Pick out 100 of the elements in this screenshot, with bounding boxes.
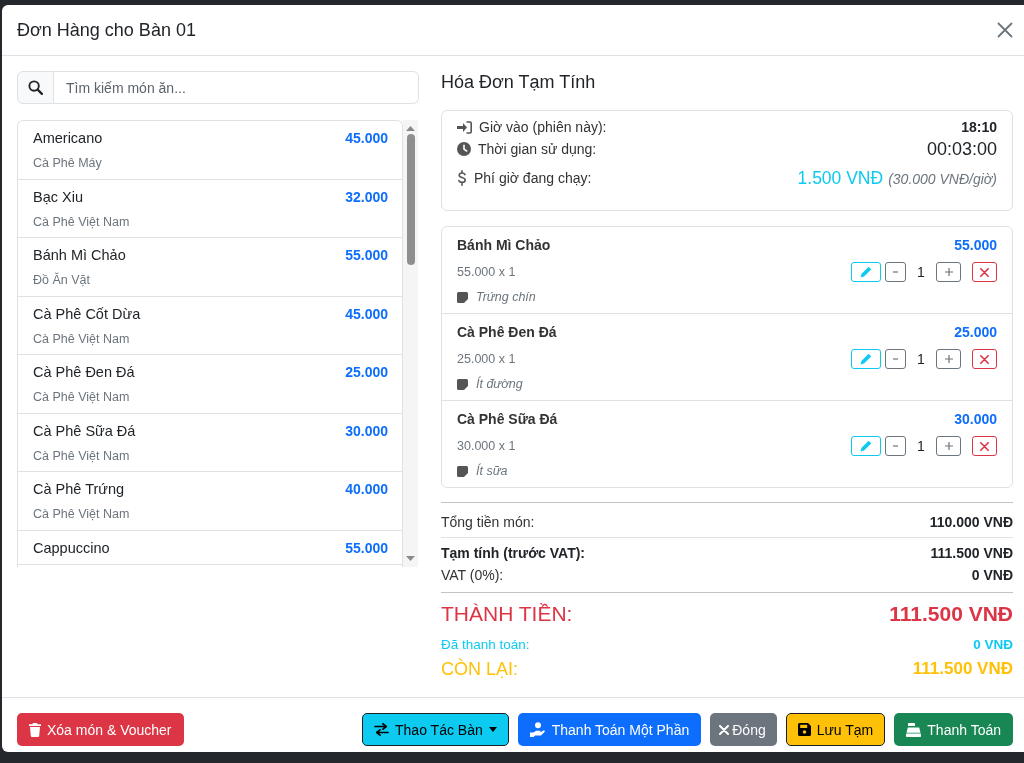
session-label: Giờ vào (phiên này): bbox=[479, 119, 607, 135]
pencil-icon bbox=[860, 440, 872, 452]
order-item-name: Bánh Mì Chảo bbox=[457, 237, 551, 253]
sticky-note-icon bbox=[457, 465, 468, 477]
sticky-note-icon bbox=[457, 378, 468, 390]
close-button[interactable] bbox=[996, 21, 1014, 39]
increase-quantity-button[interactable] bbox=[936, 436, 961, 456]
session-label: Phí giờ đang chạy: bbox=[474, 170, 592, 186]
item-category: Cà Phê Việt Nam bbox=[33, 213, 130, 231]
hand-with-coin-icon bbox=[529, 722, 546, 737]
menu-item[interactable]: Cà Phê Đen Đá 25.000 Cà Phê Việt Nam bbox=[18, 355, 402, 414]
order-item-price: 30.000 bbox=[954, 411, 997, 427]
total-label: Đã thanh toán: bbox=[441, 636, 530, 654]
order-item-price: 55.000 bbox=[954, 237, 997, 253]
total-value: 0 VNĐ bbox=[973, 636, 1013, 654]
scroll-up-arrow-icon[interactable] bbox=[406, 126, 415, 131]
trash-icon bbox=[29, 722, 41, 737]
caret-icon bbox=[488, 727, 497, 732]
item-price: 55.000 bbox=[345, 246, 388, 265]
swap-arrows-icon bbox=[374, 723, 390, 736]
footer-action-button[interactable]: Lưu Tạm bbox=[785, 713, 886, 746]
item-category: Cà Phê Việt Nam bbox=[33, 389, 130, 406]
quantity-value: 1 bbox=[916, 438, 926, 454]
item-note: Ít sữa bbox=[476, 464, 508, 478]
footer-action-button[interactable]: Thanh Toán Một Phần bbox=[517, 713, 702, 746]
total-label: Tổng tiền món: bbox=[441, 513, 535, 532]
total-label: THÀNH TIỀN: bbox=[441, 601, 573, 627]
remove-item-button[interactable] bbox=[972, 262, 997, 282]
menu-item[interactable]: Cà Phê Trứng 40.000 Cà Phê Việt Nam bbox=[18, 472, 402, 531]
item-name: Americano bbox=[33, 129, 103, 148]
remove-icon bbox=[980, 354, 989, 364]
remove-item-button[interactable] bbox=[972, 349, 997, 369]
menu-item[interactable]: Bạc Xiu 32.000 Cà Phê Việt Nam bbox=[18, 179, 402, 238]
plus-icon bbox=[944, 442, 953, 450]
item-category: Cà Phê Việt Nam bbox=[33, 447, 130, 465]
plus-icon bbox=[944, 268, 953, 276]
total-label: Tạm tính (trước VAT): bbox=[441, 544, 585, 563]
footer-action-button[interactable]: Xóa món & Voucher bbox=[17, 713, 184, 746]
menu-item[interactable]: Americano 45.000 Cà Phê Máy bbox=[18, 121, 402, 180]
order-item-name: Cà Phê Đen Đá bbox=[457, 324, 557, 340]
bill-title: Hóa Đơn Tạm Tính bbox=[441, 71, 596, 93]
pencil-icon bbox=[860, 266, 872, 278]
item-name: Cà Phê Cốt Dừa bbox=[33, 304, 141, 324]
item-name: Cà Phê Sữa Đá bbox=[33, 421, 136, 441]
cash-register-icon bbox=[906, 722, 922, 737]
close-icon bbox=[997, 22, 1013, 38]
scroll-down-arrow-icon[interactable] bbox=[406, 556, 415, 561]
quantity-value: 1 bbox=[916, 264, 926, 280]
menu-item[interactable]: Cappuccino 55.000 bbox=[18, 530, 402, 565]
unit-price-line: 30.000 x 1 bbox=[457, 439, 516, 453]
unit-price-line: 55.000 x 1 bbox=[457, 265, 516, 279]
minus-icon bbox=[893, 271, 898, 273]
footer-action-button[interactable]: Đóng bbox=[710, 713, 777, 746]
sign-in-icon bbox=[457, 120, 472, 134]
session-value: 00:03:00 bbox=[926, 138, 997, 160]
total-label: CÒN LẠI: bbox=[441, 657, 519, 681]
session-value: 1.500 VNĐ bbox=[797, 167, 884, 189]
item-note: Ít đường bbox=[476, 377, 523, 391]
dollar-sign-icon bbox=[457, 170, 467, 186]
remove-icon bbox=[980, 441, 989, 451]
order-item-price: 25.000 bbox=[954, 324, 997, 340]
minus-icon bbox=[893, 445, 898, 447]
footer-action-button[interactable]: Thanh Toán bbox=[894, 713, 1013, 746]
pencil-icon bbox=[860, 353, 872, 365]
total-value: 110.000 VNĐ bbox=[929, 513, 1013, 532]
modal-title: Đơn Hàng cho Bàn 01 bbox=[17, 19, 196, 42]
increase-quantity-button[interactable] bbox=[936, 262, 961, 282]
unit-price-line: 25.000 x 1 bbox=[457, 352, 516, 366]
item-name: Bạc Xiu bbox=[33, 187, 83, 207]
item-price: 25.000 bbox=[345, 363, 388, 382]
total-value: 111.500 VNĐ bbox=[889, 601, 1013, 627]
close-icon bbox=[719, 724, 730, 735]
total-value: 111.500 VNĐ bbox=[912, 658, 1013, 680]
item-name: Bánh Mì Chảo bbox=[33, 246, 126, 265]
order-item-name: Cà Phê Sữa Đá bbox=[457, 411, 558, 427]
decrease-quantity-button[interactable] bbox=[885, 436, 906, 456]
item-category: Cà Phê Máy bbox=[33, 155, 102, 172]
minus-icon bbox=[893, 358, 898, 360]
item-name: Cappuccino bbox=[33, 538, 110, 558]
total-label: VAT (0%): bbox=[441, 566, 504, 585]
item-note: Trứng chín bbox=[476, 290, 536, 304]
menu-item[interactable]: Bánh Mì Chảo 55.000 Đồ Ăn Vặt bbox=[18, 238, 402, 297]
decrease-quantity-button[interactable] bbox=[885, 349, 906, 369]
session-label: Thời gian sử dụng: bbox=[478, 141, 597, 157]
footer-action-button[interactable]: Thao Tác Bàn bbox=[362, 713, 509, 746]
item-price: 45.000 bbox=[345, 304, 388, 324]
remove-item-button[interactable] bbox=[972, 436, 997, 456]
item-category: Đồ Ăn Vặt bbox=[33, 271, 90, 289]
remove-icon bbox=[980, 267, 989, 277]
item-price: 40.000 bbox=[345, 480, 388, 499]
decrease-quantity-button[interactable] bbox=[885, 262, 906, 282]
quantity-value: 1 bbox=[916, 351, 926, 367]
increase-quantity-button[interactable] bbox=[936, 349, 961, 369]
scrollbar[interactable] bbox=[403, 120, 418, 567]
search-icon bbox=[28, 80, 43, 95]
search-field[interactable]: Tìm kiếm món ăn... bbox=[54, 71, 419, 104]
item-category: Cà Phê Việt Nam bbox=[33, 330, 130, 348]
menu-item[interactable]: Cà Phê Sữa Đá 30.000 Cà Phê Việt Nam bbox=[18, 413, 402, 472]
menu-item[interactable]: Cà Phê Cốt Dừa 45.000 Cà Phê Việt Nam bbox=[18, 296, 402, 355]
scrollbar-thumb[interactable] bbox=[406, 134, 415, 265]
